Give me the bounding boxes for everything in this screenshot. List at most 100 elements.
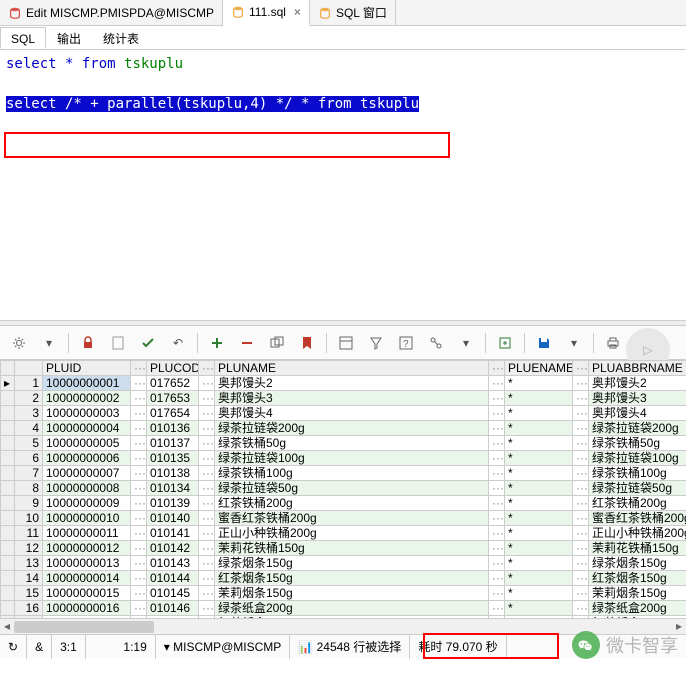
- cell-menu-icon[interactable]: ···: [489, 406, 505, 421]
- cell-pluabbr[interactable]: 茉莉烟条150g: [589, 586, 686, 601]
- cell-menu-icon[interactable]: ···: [489, 571, 505, 586]
- table-row[interactable]: ▸110000000001···017652···奥邦馒头2···*···奥邦馒…: [1, 376, 686, 391]
- cell-menu-icon[interactable]: ···: [131, 526, 147, 541]
- cell-menu-icon[interactable]: ···: [573, 541, 589, 556]
- table-row[interactable]: 710000000007···010138···绿茶铁桶100g···*···绿…: [1, 466, 686, 481]
- data-grid[interactable]: PLUID ··· PLUCODE ··· PLUNAME ··· PLUENA…: [0, 360, 686, 618]
- lock-icon[interactable]: [77, 332, 99, 354]
- chevron-down-icon[interactable]: ▾: [38, 332, 60, 354]
- cell-menu-icon[interactable]: ···: [199, 556, 215, 571]
- cell-menu-icon[interactable]: ···: [573, 526, 589, 541]
- cell-plucode[interactable]: 010139: [147, 496, 199, 511]
- cell-menu-icon[interactable]: ···: [199, 391, 215, 406]
- save-icon[interactable]: [533, 332, 555, 354]
- cell-pluename[interactable]: *: [505, 451, 573, 466]
- table-row[interactable]: 510000000005···010137···绿茶铁桶50g···*···绿茶…: [1, 436, 686, 451]
- menu-icon[interactable]: ···: [199, 361, 215, 376]
- table-row[interactable]: 1310000000013···010143···绿茶烟条150g···*···…: [1, 556, 686, 571]
- table-row[interactable]: 1610000000016···010146···绿茶纸盒200g···*···…: [1, 601, 686, 616]
- cell-menu-icon[interactable]: ···: [573, 451, 589, 466]
- cell-pluename[interactable]: *: [505, 526, 573, 541]
- check-icon[interactable]: [137, 332, 159, 354]
- cell-plucode[interactable]: 017653: [147, 391, 199, 406]
- cell-pluid[interactable]: 10000000008: [43, 481, 131, 496]
- cell-pluename[interactable]: *: [505, 571, 573, 586]
- cell-plucode[interactable]: 017652: [147, 376, 199, 391]
- cell-pluid[interactable]: 10000000004: [43, 421, 131, 436]
- cell-menu-icon[interactable]: ···: [199, 586, 215, 601]
- cell-menu-icon[interactable]: ···: [131, 541, 147, 556]
- cell-menu-icon[interactable]: ···: [199, 541, 215, 556]
- table-row[interactable]: 910000000009···010139···红茶铁桶200g···*···红…: [1, 496, 686, 511]
- table-row[interactable]: 810000000008···010134···绿茶拉链袋50g···*···绿…: [1, 481, 686, 496]
- cell-pluid[interactable]: 10000000016: [43, 601, 131, 616]
- print-icon[interactable]: [602, 332, 624, 354]
- param-toggle[interactable]: &: [27, 635, 52, 659]
- subtab-sql[interactable]: SQL: [0, 27, 46, 49]
- cell-pluabbr[interactable]: 红茶铁桶200g: [589, 496, 686, 511]
- cell-plucode[interactable]: 010140: [147, 511, 199, 526]
- sql-editor[interactable]: select * from tskuplu select /* + parall…: [0, 50, 686, 320]
- cell-pluid[interactable]: 10000000003: [43, 406, 131, 421]
- add-row-icon[interactable]: [206, 332, 228, 354]
- cell-menu-icon[interactable]: ···: [489, 556, 505, 571]
- cell-menu-icon[interactable]: ···: [489, 496, 505, 511]
- cell-menu-icon[interactable]: ···: [131, 601, 147, 616]
- duplicate-row-icon[interactable]: [266, 332, 288, 354]
- cell-pluename[interactable]: *: [505, 466, 573, 481]
- menu-icon[interactable]: ···: [489, 361, 505, 376]
- cell-pluname[interactable]: 奥邦馒头4: [215, 406, 489, 421]
- cell-pluabbr[interactable]: 绿茶纸盒200g: [589, 601, 686, 616]
- cell-menu-icon[interactable]: ···: [573, 421, 589, 436]
- table-row[interactable]: 1210000000012···010142···茉莉花铁桶150g···*··…: [1, 541, 686, 556]
- cell-pluabbr[interactable]: 绿茶拉链袋50g: [589, 481, 686, 496]
- cell-menu-icon[interactable]: ···: [489, 391, 505, 406]
- cell-pluid[interactable]: 10000000010: [43, 511, 131, 526]
- cell-menu-icon[interactable]: ···: [199, 376, 215, 391]
- cell-pluabbr[interactable]: 奥邦馒头4: [589, 406, 686, 421]
- connection-dropdown[interactable]: ▾ MISCMP@MISCMP: [156, 635, 291, 659]
- settings-icon[interactable]: [8, 332, 30, 354]
- doc-icon[interactable]: [107, 332, 129, 354]
- cell-pluname[interactable]: 茉莉烟条150g: [215, 586, 489, 601]
- cell-pluename[interactable]: *: [505, 586, 573, 601]
- cell-pluename[interactable]: *: [505, 511, 573, 526]
- cell-menu-icon[interactable]: ···: [573, 511, 589, 526]
- cell-menu-icon[interactable]: ···: [199, 481, 215, 496]
- cell-menu-icon[interactable]: ···: [199, 466, 215, 481]
- scroll-left-icon[interactable]: ◂: [0, 619, 14, 635]
- col-header-plucode[interactable]: PLUCODE: [147, 361, 199, 376]
- cell-menu-icon[interactable]: ···: [489, 541, 505, 556]
- menu-icon[interactable]: ···: [131, 361, 147, 376]
- cell-menu-icon[interactable]: ···: [489, 376, 505, 391]
- table-row[interactable]: 1110000000011···010141···正山小种铁桶200g···*·…: [1, 526, 686, 541]
- cell-pluname[interactable]: 绿茶铁桶100g: [215, 466, 489, 481]
- refresh-icon[interactable]: ↻: [0, 635, 27, 659]
- cell-menu-icon[interactable]: ···: [199, 451, 215, 466]
- undo-icon[interactable]: ↶: [167, 332, 189, 354]
- cell-plucode[interactable]: 010134: [147, 481, 199, 496]
- cell-menu-icon[interactable]: ···: [199, 406, 215, 421]
- table-row[interactable]: 410000000004···010136···绿茶拉链袋200g···*···…: [1, 421, 686, 436]
- cell-menu-icon[interactable]: ···: [131, 421, 147, 436]
- cell-menu-icon[interactable]: ···: [131, 556, 147, 571]
- cell-plucode[interactable]: 010144: [147, 571, 199, 586]
- table-row[interactable]: 1410000000014···010144···红茶烟条150g···*···…: [1, 571, 686, 586]
- cell-menu-icon[interactable]: ···: [573, 376, 589, 391]
- cell-pluabbr[interactable]: 茉莉花铁桶150g: [589, 541, 686, 556]
- col-header-pluid[interactable]: PLUID: [43, 361, 131, 376]
- cell-pluname[interactable]: 奥邦馒头2: [215, 376, 489, 391]
- cell-pluid[interactable]: 10000000001: [43, 376, 131, 391]
- cell-menu-icon[interactable]: ···: [199, 601, 215, 616]
- subtab-stats[interactable]: 统计表: [92, 27, 150, 49]
- cell-menu-icon[interactable]: ···: [489, 421, 505, 436]
- cell-menu-icon[interactable]: ···: [131, 571, 147, 586]
- cell-menu-icon[interactable]: ···: [131, 466, 147, 481]
- cell-menu-icon[interactable]: ···: [131, 451, 147, 466]
- cell-pluename[interactable]: *: [505, 601, 573, 616]
- cell-pluid[interactable]: 10000000014: [43, 571, 131, 586]
- cell-pluid[interactable]: 10000000002: [43, 391, 131, 406]
- cell-menu-icon[interactable]: ···: [489, 466, 505, 481]
- cell-menu-icon[interactable]: ···: [131, 586, 147, 601]
- delete-row-icon[interactable]: [236, 332, 258, 354]
